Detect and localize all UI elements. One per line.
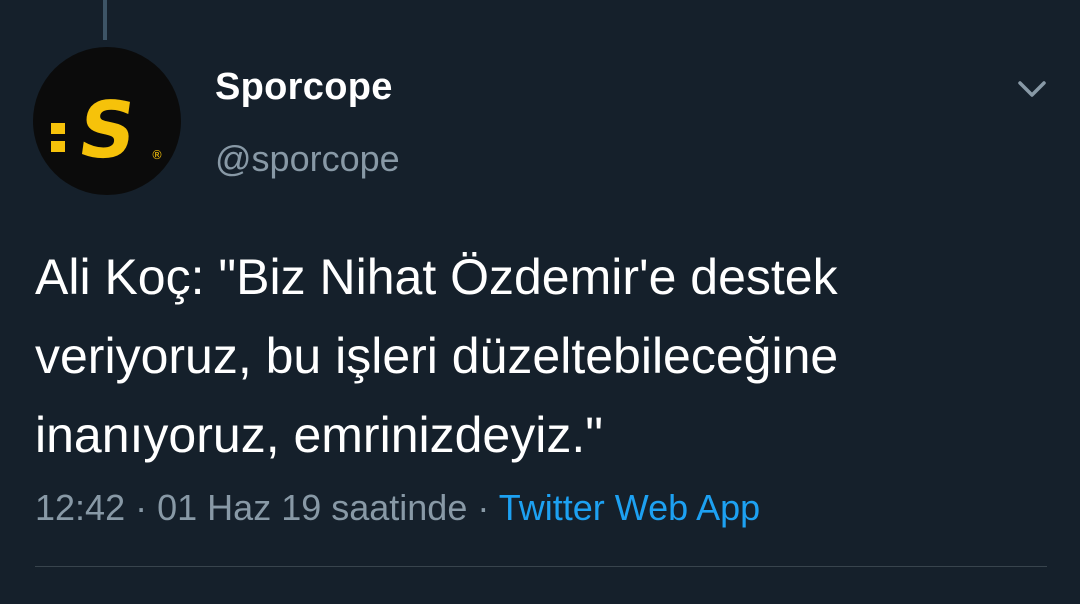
tweet-text: Ali Koç: "Biz Nihat Özdemir'e destek ver… [35, 249, 839, 463]
sporcope-logo-icon: S ® [51, 85, 163, 176]
user-handle[interactable]: @sporcope [215, 138, 400, 180]
tweet-date[interactable]: 01 Haz 19 saatinde [157, 487, 467, 528]
divider [35, 566, 1047, 567]
tweet-metadata: 12:42 · 01 Haz 19 saatinde · Twitter Web… [35, 487, 760, 529]
meta-separator: · [477, 487, 490, 528]
thread-connector-line [103, 0, 107, 40]
avatar[interactable]: S ® [33, 47, 181, 195]
display-name[interactable]: Sporcope [215, 66, 393, 109]
tweet-menu-button[interactable] [1012, 72, 1052, 106]
meta-separator: · [135, 487, 148, 528]
logo-letter: S [73, 85, 142, 176]
tweet-time[interactable]: 12:42 [35, 487, 125, 528]
tweet-source-link[interactable]: Twitter Web App [499, 487, 760, 528]
logo-registered-mark: ® [151, 148, 163, 162]
chevron-down-icon [1018, 81, 1046, 97]
